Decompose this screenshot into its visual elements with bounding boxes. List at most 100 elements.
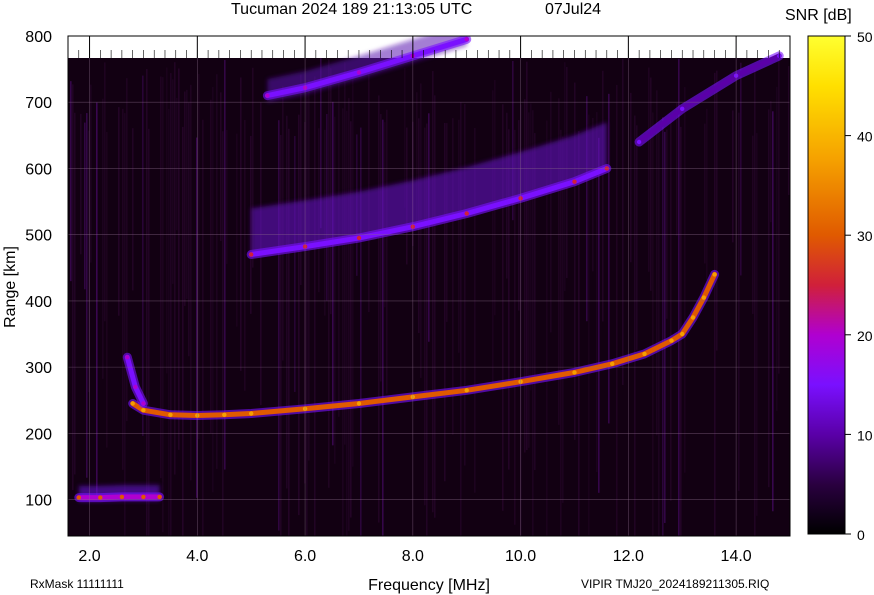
noise-streak <box>560 129 562 536</box>
noise-streak <box>334 116 336 464</box>
noise-streak <box>666 129 668 319</box>
noise-streak <box>72 84 74 491</box>
noise-streak <box>188 102 190 357</box>
y-tick-label: 500 <box>25 228 52 245</box>
noise-streak <box>216 74 218 469</box>
noise-streak <box>306 93 308 536</box>
noise-streak <box>288 128 290 536</box>
noise-streak <box>298 114 300 516</box>
noise-streak <box>706 108 708 281</box>
noise-streak <box>648 67 650 272</box>
y-tick-label: 200 <box>25 426 52 443</box>
noise-streak <box>630 92 632 263</box>
noise-streak <box>122 108 124 470</box>
noise-streak <box>184 91 186 306</box>
rxmask-text: RxMask 11111111 <box>30 577 124 591</box>
noise-streak <box>210 99 212 434</box>
y-tick-label: 700 <box>25 95 52 112</box>
noise-streak <box>656 90 658 436</box>
noise-streak <box>676 102 678 236</box>
noise-streak <box>90 84 92 263</box>
noise-streak <box>132 128 134 291</box>
noise-streak <box>768 109 770 488</box>
noise-streak <box>330 68 332 315</box>
trace-point <box>690 315 696 320</box>
trace-point <box>464 211 469 216</box>
noise-streak <box>678 58 680 536</box>
noise-streak <box>348 98 350 531</box>
noise-streak <box>146 69 148 536</box>
noise-streak <box>166 67 168 374</box>
noise-streak <box>328 59 330 488</box>
x-tick-label: 6.0 <box>294 548 316 565</box>
y-tick-label: 600 <box>25 161 52 178</box>
noise-streak <box>434 95 436 518</box>
noise-streak <box>102 98 104 379</box>
trace-point <box>669 338 674 343</box>
noise-streak <box>622 59 624 385</box>
trace-point <box>119 494 125 500</box>
noise-streak <box>168 108 170 536</box>
noise-streak <box>280 134 282 536</box>
trace-point <box>130 401 135 406</box>
noise-streak <box>378 95 380 523</box>
trace-point <box>125 355 130 360</box>
noise-streak <box>190 84 192 481</box>
trace-point <box>356 70 362 75</box>
noise-streak <box>492 90 494 385</box>
trace-point <box>701 295 706 300</box>
noise-streak <box>464 103 466 466</box>
trace-point <box>610 361 615 366</box>
x-tick-label: 2.0 <box>78 548 100 565</box>
colorbar-tick-label: 20 <box>857 328 873 344</box>
trace-point <box>141 494 146 500</box>
noise-streak <box>616 84 618 536</box>
noise-streak <box>104 62 106 322</box>
noise-streak <box>670 117 672 501</box>
y-tick-label: 300 <box>25 360 52 377</box>
trace-point <box>712 272 717 277</box>
noise-streak <box>684 87 686 473</box>
noise-streak <box>222 131 224 536</box>
colorbar-tick-label: 10 <box>857 427 873 443</box>
noise-streak <box>300 74 302 286</box>
noise-streak <box>342 108 344 536</box>
noise-streak <box>236 133 238 327</box>
noise-streak <box>680 126 682 536</box>
noise-streak <box>80 113 82 255</box>
noise-streak <box>432 71 434 513</box>
noise-streak <box>740 62 742 276</box>
trace-point <box>157 494 162 500</box>
noise-streak <box>124 113 126 536</box>
noise-streak <box>662 117 664 536</box>
noise-streak <box>338 75 340 417</box>
noise-streak <box>716 70 718 351</box>
noise-streak <box>634 115 636 536</box>
y-tick-label: 100 <box>25 493 52 510</box>
x-tick-label: 8.0 <box>402 548 424 565</box>
noise-streak <box>550 91 552 333</box>
colorbar-tick-label: 50 <box>857 29 873 45</box>
x-tick-label: 12.0 <box>613 548 644 565</box>
noise-streak <box>518 120 520 311</box>
colorbar-tick-label: 40 <box>857 129 873 145</box>
noise-streak <box>526 61 528 451</box>
trace-point <box>464 388 469 393</box>
noise-streak <box>286 115 288 489</box>
noise-streak <box>738 112 740 491</box>
noise-streak <box>664 131 666 523</box>
noise-streak <box>346 110 348 536</box>
noise-streak <box>380 114 382 382</box>
noise-streak <box>294 136 296 392</box>
noise-streak <box>224 60 226 470</box>
x-tick-label: 14.0 <box>721 548 752 565</box>
noise-streak <box>118 107 120 316</box>
noise-streak <box>308 79 310 461</box>
noise-streak <box>756 133 758 516</box>
noise-streak <box>562 136 564 503</box>
noise-streak <box>754 68 756 536</box>
noise-streak <box>452 118 454 435</box>
noise-streak <box>350 121 352 518</box>
noise-streak <box>420 83 422 378</box>
ionogram-figure: 2.0 4.0 6.0 8.0 10.0 12.0 14.01002003004005006… <box>2 1 873 594</box>
